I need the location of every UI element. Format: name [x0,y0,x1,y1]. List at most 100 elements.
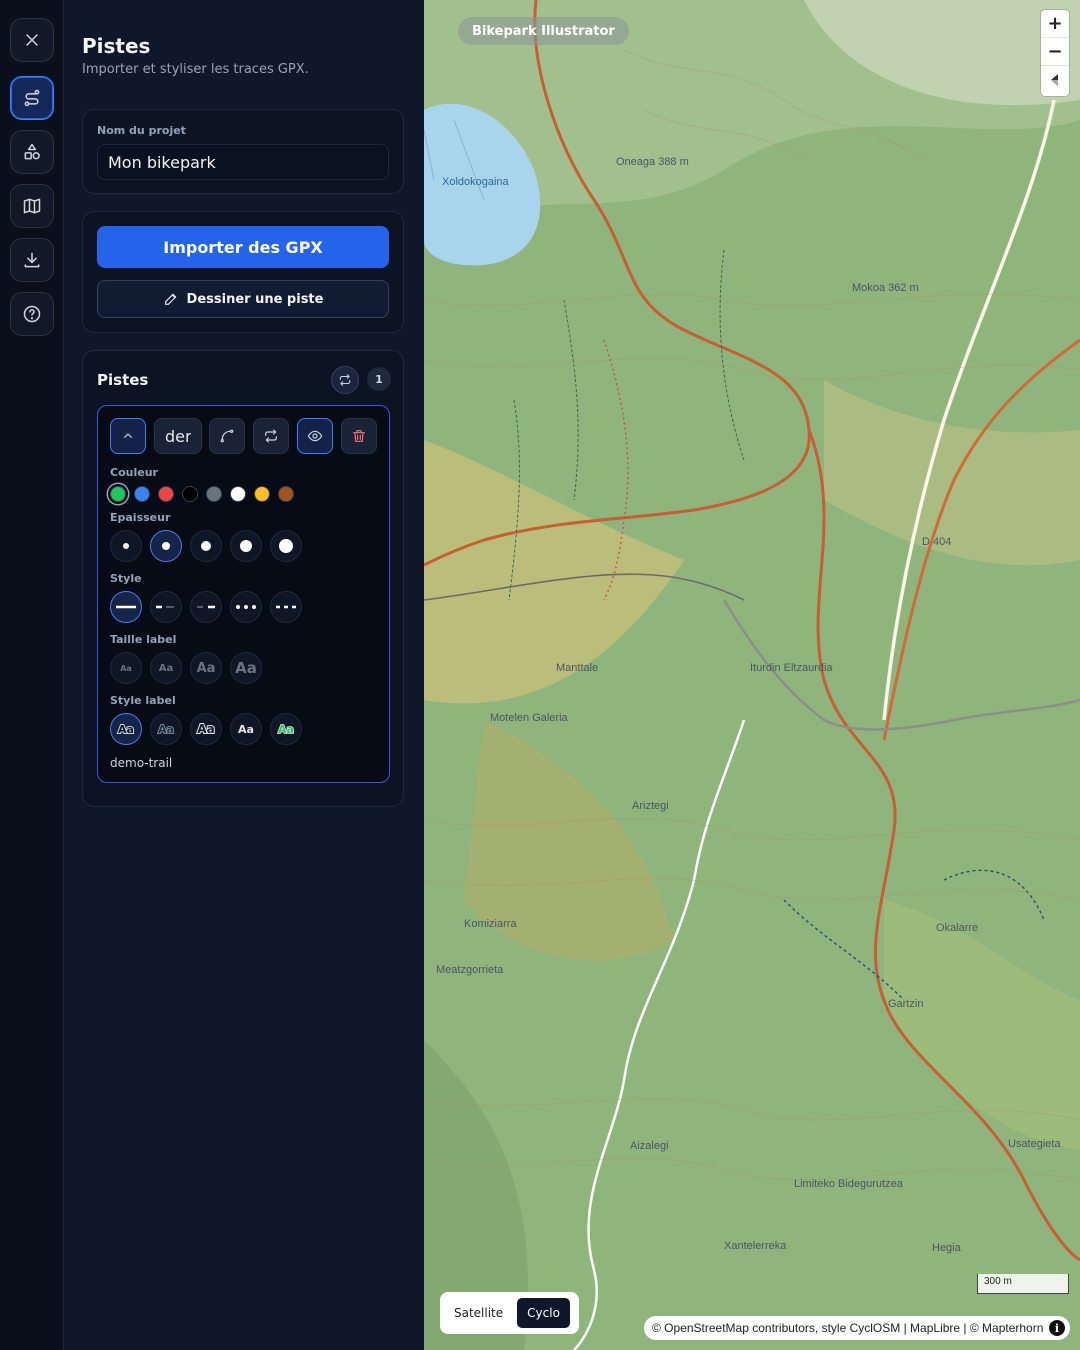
project-name-input[interactable] [97,144,389,180]
label-size-l[interactable]: Aa [230,652,262,684]
track-name-input[interactable] [154,418,202,454]
edit-path-button[interactable] [209,418,245,454]
line-style-dotted[interactable] [230,591,262,623]
place-label: Motelen Galeria [490,712,568,724]
thickness-option-2[interactable] [150,530,182,562]
road-label: D 404 [922,536,952,548]
color-swatch[interactable] [206,486,222,502]
place-label: Ariztegi [632,800,669,812]
place-label: Aizalegi [630,1140,669,1152]
tracks-nav-button[interactable] [10,76,54,120]
color-swatch[interactable] [278,486,294,502]
cyclo-layer-button[interactable]: Cyclo [517,1298,570,1328]
color-swatch[interactable] [182,486,198,502]
eye-icon [307,430,323,442]
map-icon [23,198,41,214]
reverse-track-button[interactable] [253,418,289,454]
style-label: Style [110,572,142,585]
color-swatch[interactable] [158,486,174,502]
label-size-m[interactable]: Aa [190,652,222,684]
place-label: Meatzgorrieta [436,964,504,976]
scale-bar: 300 m [977,1274,1069,1294]
compass-button[interactable] [1041,66,1069,94]
compass-icon [1051,74,1058,86]
place-label: Xoldokogaina [442,176,509,188]
shapes-nav-button[interactable] [10,130,54,174]
dashed-line-icon [276,605,296,609]
map-view[interactable]: Oneaga 388 m Mokoa 362 m Xoldokogaina Ma… [424,0,1080,1350]
line-style-long-dash[interactable] [190,591,222,623]
label-style-outline-grey[interactable]: Aa [150,713,182,745]
color-swatch[interactable] [230,486,246,502]
pencil-icon [164,293,176,305]
long-dash-icon [197,605,215,609]
draw-track-button[interactable]: Dessiner une piste [97,280,389,318]
track-editor: Couleur Epaisseur Style [97,405,390,783]
tracks-count-badge: 1 [367,367,391,391]
panel-title: Pistes [82,34,151,58]
zoom-in-button[interactable]: + [1041,10,1069,38]
close-button[interactable] [10,18,54,62]
close-icon [26,34,38,46]
project-name-label: Nom du projet [97,124,186,137]
import-gpx-button[interactable]: Importer des GPX [97,226,389,268]
place-label: Mokoa 362 m [852,282,919,294]
info-icon[interactable]: i [1049,1320,1065,1336]
label-size-s[interactable]: Aa [150,652,182,684]
label-style-colored[interactable]: Aa [270,713,302,745]
place-label: Xantelerreka [724,1240,787,1252]
app-name-badge: Bikepark Illustrator [458,17,629,45]
collapse-track-button[interactable] [110,418,146,454]
place-label: Komiziarra [464,918,517,930]
export-nav-button[interactable] [10,238,54,282]
side-panel: Pistes Importer et styliser les traces G… [64,0,424,1350]
download-icon [24,252,40,268]
line-style-solid[interactable] [110,591,142,623]
chevron-up-icon [124,433,132,438]
label-style-plain[interactable]: Aa [230,713,262,745]
thickness-option-1[interactable] [110,530,142,562]
help-nav-button[interactable] [10,292,54,336]
repeat-icon [339,374,351,386]
panel-subtitle: Importer et styliser les traces GPX. [82,62,309,77]
place-label: Iturdin Eltzaurdia [750,662,833,674]
color-swatch[interactable] [134,486,150,502]
track-name-text: demo-trail [110,756,173,770]
color-swatch[interactable] [254,486,270,502]
color-swatch[interactable] [110,486,126,502]
trash-icon [353,430,365,442]
label-style-halo[interactable]: Aa [110,713,142,745]
icon-rail [0,0,64,1350]
tracks-title: Pistes [97,371,149,389]
thickness-option-3[interactable] [190,530,222,562]
label-style-label: Style label [110,694,176,707]
color-label: Couleur [110,466,158,479]
line-style-dash-arrow[interactable] [150,591,182,623]
delete-track-button[interactable] [341,418,377,454]
solid-line-icon [116,605,136,609]
zoom-controls: + − [1041,10,1069,96]
zoom-out-button[interactable]: − [1041,38,1069,66]
toggle-visibility-button[interactable] [297,418,333,454]
thickness-option-4[interactable] [230,530,262,562]
thickness-option-5[interactable] [270,530,302,562]
line-style-dashed[interactable] [270,591,302,623]
actions-card: Importer des GPX Dessiner une piste [82,211,404,333]
dash-arrow-icon [156,605,174,609]
layer-switcher: Satellite Cyclo [440,1292,579,1334]
refresh-tracks-button[interactable] [331,366,359,394]
satellite-layer-button[interactable]: Satellite [444,1298,513,1328]
map-terrain [424,0,1080,1350]
project-card: Nom du projet [82,109,404,194]
draw-track-label: Dessiner une piste [186,291,324,307]
label-size-xs[interactable]: Aa [110,652,142,684]
dotted-line-icon [236,605,256,609]
label-style-bold-outline[interactable]: Aa [190,713,222,745]
place-label: Oneaga 388 m [616,156,689,168]
map-attribution: © OpenStreetMap contributors, style Cycl… [644,1316,1070,1340]
map-nav-button[interactable] [10,184,54,228]
thickness-label: Epaisseur [110,511,171,524]
attribution-text: © OpenStreetMap contributors, style Cycl… [652,1321,1044,1335]
place-label: Usategieta [1008,1138,1061,1150]
shapes-icon [24,143,40,160]
